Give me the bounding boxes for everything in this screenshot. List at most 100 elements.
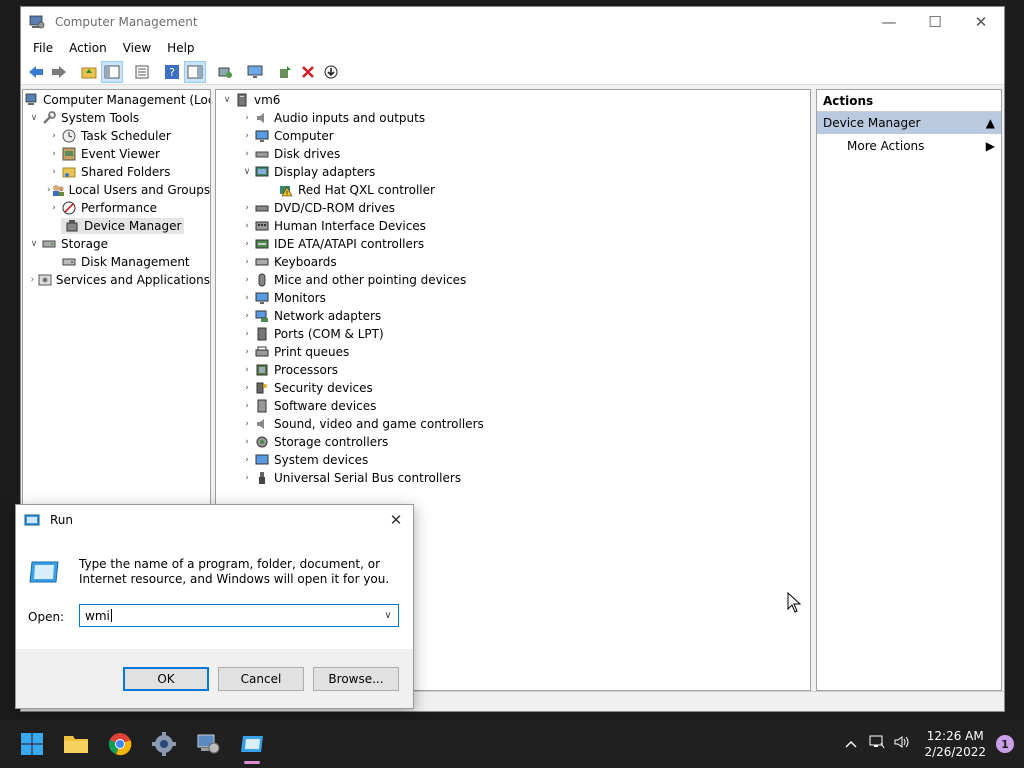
chevron-right-icon[interactable]: › — [240, 329, 254, 339]
tree-item-shared-folders[interactable]: › Shared Folders — [23, 163, 210, 181]
chevron-right-icon[interactable]: › — [47, 131, 61, 141]
device-tree-root[interactable]: ∨ vm6 — [216, 91, 810, 109]
show-hide-console-tree-icon[interactable] — [101, 60, 123, 83]
volume-icon[interactable] — [890, 735, 916, 753]
tree-item-system-tools[interactable]: ∨ System Tools — [23, 109, 210, 127]
file-explorer-button[interactable] — [54, 722, 98, 766]
chevron-right-icon[interactable]: › — [240, 365, 254, 375]
device-category-processors[interactable]: › Processors — [216, 361, 810, 379]
run-taskbar-button[interactable] — [230, 722, 274, 766]
run-close-button[interactable]: ✕ — [379, 511, 413, 529]
chevron-right-icon[interactable]: › — [240, 419, 254, 429]
device-category-system[interactable]: › System devices — [216, 451, 810, 469]
device-category-print-queues[interactable]: › Print queues — [216, 343, 810, 361]
device-category-security[interactable]: › Security devices — [216, 379, 810, 397]
uninstall-device-icon[interactable] — [297, 61, 319, 83]
up-folder-icon[interactable] — [78, 61, 100, 83]
tree-item-task-scheduler[interactable]: › Task Scheduler — [23, 127, 210, 145]
device-category-sound[interactable]: › Sound, video and game controllers — [216, 415, 810, 433]
device-category-disk-drives[interactable]: › Disk drives — [216, 145, 810, 163]
chevron-right-icon[interactable]: › — [47, 203, 61, 213]
chevron-right-icon[interactable]: › — [27, 275, 38, 285]
menu-action[interactable]: Action — [61, 41, 115, 55]
chevron-down-icon[interactable]: ∨ — [220, 95, 234, 105]
device-category-software[interactable]: › Software devices — [216, 397, 810, 415]
menu-view[interactable]: View — [115, 41, 159, 55]
device-category-display-adapters[interactable]: ∨ Display adapters — [216, 163, 810, 181]
device-category-usb[interactable]: › Universal Serial Bus controllers — [216, 469, 810, 487]
open-input-value[interactable]: wmi — [85, 609, 110, 623]
properties-icon[interactable] — [131, 61, 153, 83]
notification-badge[interactable]: 1 — [996, 735, 1014, 753]
tree-item-disk-management[interactable]: Disk Management — [23, 253, 210, 271]
more-actions-item[interactable]: More Actions ▶ — [817, 134, 1001, 158]
device-category-monitors[interactable]: › Monitors — [216, 289, 810, 307]
back-arrow-icon[interactable] — [25, 61, 47, 83]
help-icon[interactable]: ? — [161, 61, 183, 83]
chrome-button[interactable] — [98, 722, 142, 766]
minimize-button[interactable]: — — [866, 7, 912, 37]
chevron-right-icon[interactable]: › — [240, 473, 254, 483]
show-hide-action-pane-icon[interactable] — [184, 60, 206, 83]
device-red-hat-qxl[interactable]: ! Red Hat QXL controller — [216, 181, 810, 199]
ok-button[interactable]: OK — [123, 667, 209, 691]
browse-button[interactable]: Browse... — [313, 667, 399, 691]
device-category-storage-controllers[interactable]: › Storage controllers — [216, 433, 810, 451]
computer-management-taskbar-button[interactable] — [186, 722, 230, 766]
download-arrow-icon[interactable] — [320, 61, 342, 83]
chevron-right-icon[interactable]: › — [240, 221, 254, 231]
collapse-arrow-icon[interactable]: ▲ — [986, 112, 995, 134]
device-category-mice[interactable]: › Mice and other pointing devices — [216, 271, 810, 289]
chevron-right-icon[interactable]: › — [240, 293, 254, 303]
tree-item-local-users[interactable]: › Local Users and Groups — [23, 181, 210, 199]
device-category-dvd[interactable]: › DVD/CD-ROM drives — [216, 199, 810, 217]
chevron-down-icon[interactable]: ∨ — [27, 113, 41, 123]
tree-item-services[interactable]: › Services and Applications — [23, 271, 210, 289]
actions-section-device-manager[interactable]: Device Manager ▲ — [817, 112, 1001, 134]
chevron-right-icon[interactable]: › — [240, 455, 254, 465]
chevron-right-icon[interactable]: › — [240, 203, 254, 213]
device-category-keyboards[interactable]: › Keyboards — [216, 253, 810, 271]
network-icon[interactable] — [864, 735, 890, 753]
menu-file[interactable]: File — [25, 41, 61, 55]
chevron-right-icon[interactable]: › — [240, 311, 254, 321]
close-button[interactable]: ✕ — [958, 7, 1004, 37]
update-driver-icon[interactable] — [274, 61, 296, 83]
open-combobox[interactable]: wmi ∨ — [79, 604, 399, 627]
chevron-right-icon[interactable]: › — [240, 383, 254, 393]
device-category-network[interactable]: › Network adapters — [216, 307, 810, 325]
device-category-ide[interactable]: › IDE ATA/ATAPI controllers — [216, 235, 810, 253]
chevron-right-icon[interactable]: › — [240, 257, 254, 267]
chevron-right-icon[interactable]: › — [240, 113, 254, 123]
chevron-right-icon[interactable]: › — [47, 167, 61, 177]
scan-hardware-icon[interactable] — [214, 61, 236, 83]
chevron-right-icon[interactable]: › — [240, 347, 254, 357]
tree-item-root[interactable]: Computer Management (Local — [23, 91, 210, 109]
start-button[interactable] — [10, 722, 54, 766]
chevron-down-icon[interactable]: ∨ — [240, 167, 254, 177]
tree-item-device-manager[interactable]: Device Manager — [23, 217, 210, 235]
tree-item-performance[interactable]: › Performance — [23, 199, 210, 217]
device-category-computer[interactable]: › Computer — [216, 127, 810, 145]
chevron-right-icon[interactable]: › — [240, 437, 254, 447]
monitor-icon[interactable] — [244, 61, 266, 83]
device-category-ports[interactable]: › Ports (COM & LPT) — [216, 325, 810, 343]
chevron-right-icon[interactable]: › — [240, 239, 254, 249]
chevron-up-icon[interactable] — [838, 737, 864, 752]
device-category-audio[interactable]: › Audio inputs and outputs — [216, 109, 810, 127]
chevron-right-icon[interactable]: › — [240, 149, 254, 159]
chevron-down-icon[interactable]: ∨ — [27, 239, 41, 249]
chevron-right-icon[interactable]: › — [240, 275, 254, 285]
maximize-button[interactable]: ☐ — [912, 7, 958, 37]
forward-arrow-icon[interactable] — [48, 61, 70, 83]
cancel-button[interactable]: Cancel — [218, 667, 304, 691]
chevron-right-icon[interactable]: › — [240, 401, 254, 411]
chevron-right-icon[interactable]: › — [47, 149, 61, 159]
menu-help[interactable]: Help — [159, 41, 202, 55]
chevron-down-icon[interactable]: ∨ — [378, 610, 398, 621]
tree-item-event-viewer[interactable]: › Event Viewer — [23, 145, 210, 163]
clock[interactable]: 12:26 AM 2/26/2022 — [924, 728, 986, 760]
chevron-right-icon[interactable]: › — [240, 131, 254, 141]
tree-item-storage[interactable]: ∨ Storage — [23, 235, 210, 253]
settings-button[interactable] — [142, 722, 186, 766]
